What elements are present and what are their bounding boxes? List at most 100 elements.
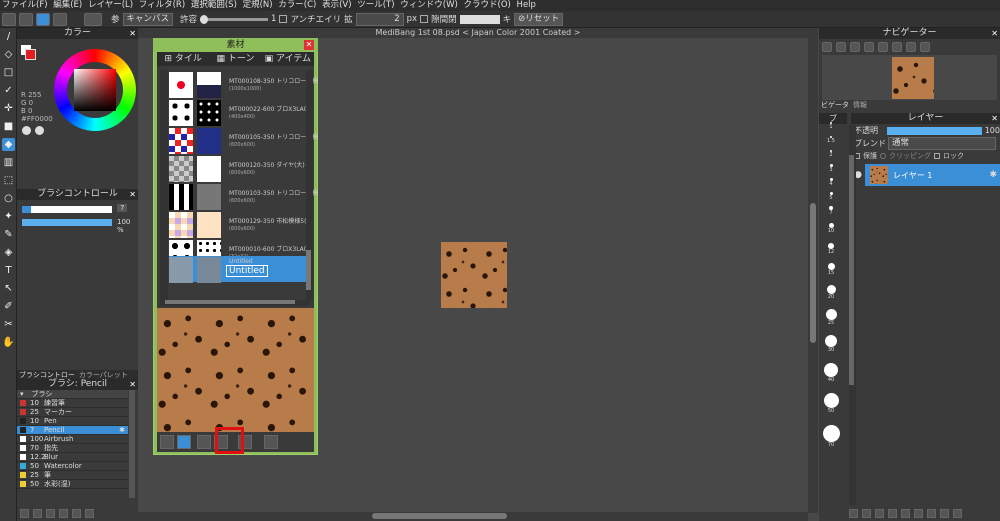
color-mode-icon[interactable] — [22, 126, 31, 135]
brush-size-item[interactable]: 1 — [822, 122, 840, 136]
reset-view-icon[interactable] — [920, 42, 930, 52]
panel-close-icon[interactable]: ✕ — [129, 189, 136, 200]
list-item[interactable]: MT000103-350 トリコロール模 (600x600) — [169, 183, 318, 211]
brush-size-item[interactable]: 20 — [822, 285, 840, 309]
upload-icon[interactable] — [197, 435, 211, 449]
text-tool-icon[interactable]: T — [2, 264, 15, 277]
rotate-right-icon[interactable] — [906, 42, 916, 52]
expand-select[interactable]: 2 — [355, 12, 404, 26]
brush-size-item[interactable]: 4 — [822, 178, 840, 192]
list-item[interactable]: MT000129-350 市松模様5( (600x600) — [169, 211, 307, 239]
list-item-selected[interactable]: Untitled Untitled — [169, 256, 307, 283]
brush-size-item[interactable]: 10 — [822, 223, 840, 243]
tab-info[interactable]: 情報 — [853, 100, 867, 110]
list-item[interactable]: 25 筆 — [17, 471, 128, 480]
material-window-header[interactable]: 素材 ✕ — [153, 38, 318, 52]
tab-item[interactable]: ▣ アイテム — [262, 52, 314, 66]
blend-select[interactable]: 通常 — [888, 137, 996, 150]
zoom-out-icon[interactable] — [836, 42, 846, 52]
eyedropper-tool-icon[interactable]: ✐ — [2, 300, 15, 313]
brush-size-item[interactable]: 1.5 — [822, 136, 840, 150]
camera-icon[interactable] — [940, 509, 949, 518]
brush-size-item[interactable]: 5 — [822, 192, 840, 206]
list-item[interactable]: 70 指先 — [17, 444, 128, 453]
fill-mode-button[interactable] — [19, 12, 33, 26]
trash-icon[interactable] — [264, 435, 278, 449]
brush-size-item[interactable]: 50 — [822, 393, 840, 425]
menu-ruler[interactable]: 定規(N) — [243, 0, 273, 10]
move-tool-icon[interactable]: ✛ — [2, 102, 15, 115]
list-item[interactable]: 50 Watercolor — [17, 462, 128, 471]
panel-close-icon[interactable]: ✕ — [991, 113, 998, 124]
copy-brush-icon[interactable] — [72, 509, 81, 518]
tab-color-palette[interactable]: カラーパレット — [79, 370, 128, 380]
menu-color[interactable]: カラー(C) — [278, 0, 316, 10]
gear-icon[interactable]: ✱ — [989, 170, 997, 180]
trash-icon[interactable] — [85, 509, 94, 518]
new-8bit-layer-icon[interactable] — [875, 509, 884, 518]
tab-tone[interactable]: ▦ トーン — [209, 52, 261, 66]
lock-checkbox[interactable] — [934, 152, 940, 159]
new-1bit-layer-icon[interactable] — [888, 509, 897, 518]
new-layer-icon[interactable] — [849, 509, 858, 518]
list-item[interactable]: MT000108-350 トリコロール模 (1000x1000) — [169, 71, 318, 99]
opacity-slider[interactable] — [887, 126, 982, 135]
panel-close-icon[interactable]: ✕ — [129, 28, 136, 39]
brush-size-slider[interactable] — [22, 206, 112, 213]
list-item[interactable]: 10 練習筆 — [17, 399, 128, 408]
menu-window[interactable]: ウィンドウ(W) — [400, 0, 458, 10]
tab-navigator[interactable]: ビゲータ — [821, 100, 849, 110]
operation-tool-icon[interactable]: ↖ — [2, 282, 15, 295]
list-item[interactable]: 100 Airbrush — [17, 435, 128, 444]
menu-select[interactable]: 選択範囲(S) — [191, 0, 237, 10]
panel-close-icon[interactable]: ✕ — [991, 28, 998, 39]
brush-size-item[interactable]: 25 — [822, 309, 840, 335]
foreground-color-swatch[interactable] — [25, 49, 36, 60]
menu-view[interactable]: 表示(V) — [322, 0, 351, 10]
list-item[interactable]: MT000105-350 トリコロール模 (600x600) — [169, 127, 318, 155]
hand-tool-icon[interactable]: ✋ — [2, 336, 15, 349]
gear-icon[interactable]: ✱ — [119, 426, 125, 434]
menu-filter[interactable]: フィルタ(R) — [139, 0, 185, 10]
tolerance-slider[interactable] — [200, 14, 269, 24]
menu-tool[interactable]: ツール(T) — [357, 0, 394, 10]
panel-close-icon[interactable]: ✕ — [129, 379, 136, 390]
material-list-scrollbar[interactable] — [306, 70, 313, 300]
magic-wand-tool-icon[interactable]: ✦ — [2, 210, 15, 223]
lasso-tool-icon[interactable]: ○ — [2, 192, 15, 205]
dot-tool-icon[interactable]: □ — [2, 66, 15, 79]
close-icon[interactable]: ✕ — [304, 40, 314, 50]
brush-size-item[interactable]: 30 — [822, 335, 840, 363]
list-item-selected[interactable]: 7 Pencil ✱ — [17, 426, 128, 435]
folder-icon[interactable] — [59, 509, 68, 518]
new-halftone-layer-icon[interactable] — [862, 509, 871, 518]
brush-size-item[interactable]: 3 — [822, 164, 840, 178]
menu-button[interactable] — [53, 12, 67, 26]
list-item[interactable]: MT000022-600 ブロX3LA0N (400x400) — [169, 99, 312, 127]
brush-size-item[interactable]: 15 — [822, 263, 840, 285]
duplicate-layer-icon[interactable] — [914, 509, 923, 518]
brush-group-header[interactable]: ▾ ブラシ — [17, 390, 128, 399]
brush-opacity-slider[interactable] — [22, 219, 112, 226]
canvas-select[interactable]: キャンバス — [122, 12, 174, 26]
bucket-tool-icon[interactable]: ◆ — [2, 138, 15, 151]
tab-brush-control[interactable]: ブラシコントロー — [19, 370, 75, 380]
zoom-in-icon[interactable] — [822, 42, 832, 52]
list-item[interactable]: 12.2 Blur — [17, 453, 128, 462]
canvas-image[interactable] — [441, 242, 507, 308]
folder-icon[interactable] — [901, 509, 910, 518]
color-square[interactable] — [74, 69, 116, 111]
brush-size-item[interactable]: 40 — [822, 363, 840, 393]
fit-icon[interactable] — [850, 42, 860, 52]
gradient-tool-icon[interactable]: ▥ — [2, 156, 15, 169]
actual-size-icon[interactable] — [864, 42, 874, 52]
brush-mode-button[interactable] — [2, 12, 16, 26]
reset-button[interactable]: ⊘リセット — [514, 12, 564, 26]
material-horizontal-scrollbar[interactable] — [160, 300, 310, 306]
closed-slider[interactable] — [459, 14, 500, 24]
color-wheel[interactable] — [54, 49, 136, 131]
brush-size-item[interactable]: 7 — [822, 206, 840, 223]
menu-cloud[interactable]: クラウド(O) — [464, 0, 511, 10]
trash-icon[interactable] — [953, 509, 962, 518]
layer-row-selected[interactable]: レイヤー 1 ✱ — [865, 164, 1000, 186]
